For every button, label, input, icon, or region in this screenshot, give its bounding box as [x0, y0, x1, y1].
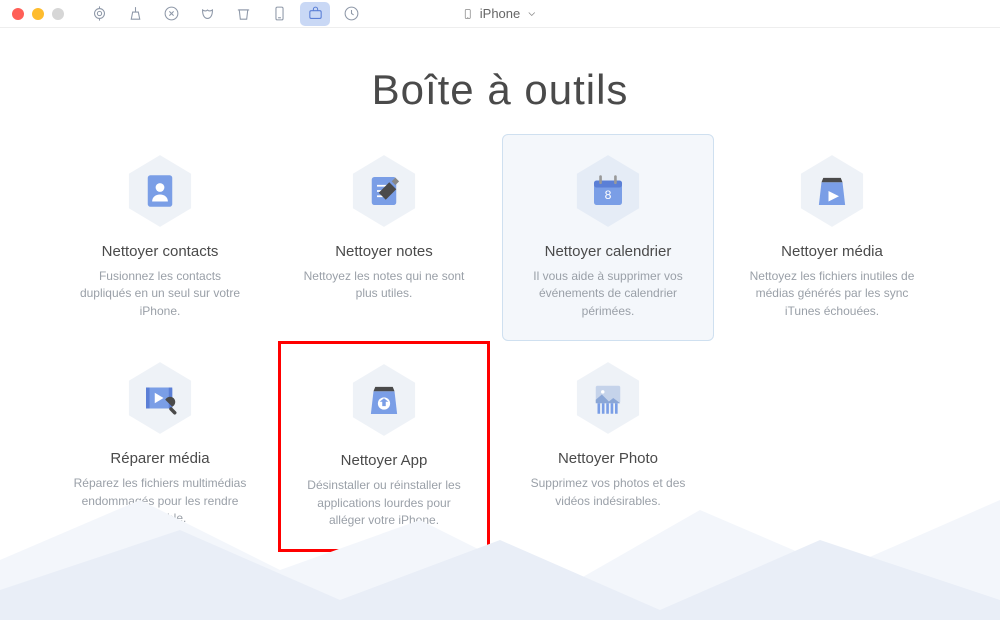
tool-title: Nettoyer App — [295, 452, 473, 469]
window-controls — [12, 8, 64, 20]
tool-title: Nettoyer calendrier — [517, 243, 699, 260]
tool-desc: Nettoyez les notes qui ne sont plus util… — [293, 268, 475, 303]
tool-desc: Fusionnez les contacts dupliqués en un s… — [69, 268, 251, 320]
tool-desc: Supprimez vos photos et des vidéos indés… — [517, 475, 699, 510]
tool-title: Nettoyer contacts — [69, 243, 251, 260]
contacts-icon — [125, 153, 195, 229]
tool-title: Nettoyer notes — [293, 243, 475, 260]
tab-device-icon[interactable] — [264, 2, 294, 26]
tool-desc: Il vous aide à supprimer vos événements … — [517, 268, 699, 320]
app-icon — [349, 362, 419, 438]
tool-media[interactable]: Nettoyer média Nettoyez les fichiers inu… — [726, 134, 938, 341]
notes-icon — [349, 153, 419, 229]
device-selector[interactable]: iPhone — [462, 6, 538, 21]
tab-airplay-icon[interactable] — [84, 2, 114, 26]
tab-toolbox-icon[interactable] — [300, 2, 330, 26]
tool-calendar[interactable]: 8 Nettoyer calendrier Il vous aide à sup… — [502, 134, 714, 341]
tool-app[interactable]: Nettoyer App Désinstaller ou réinstaller… — [278, 341, 490, 552]
toolbar: iPhone — [0, 0, 1000, 28]
tool-desc: Réparez les fichiers multimédias endomma… — [69, 475, 251, 527]
tab-safari-icon[interactable] — [156, 2, 186, 26]
tool-desc: Désinstaller ou réinstaller les applicat… — [295, 477, 473, 529]
tab-trash-icon[interactable] — [228, 2, 258, 26]
page-title: Boîte à outils — [0, 66, 1000, 114]
tool-title: Nettoyer Photo — [517, 450, 699, 467]
minimize-window-button[interactable] — [32, 8, 44, 20]
tools-grid: Nettoyer contacts Fusionnez les contacts… — [0, 134, 1000, 552]
close-window-button[interactable] — [12, 8, 24, 20]
tab-clean-icon[interactable] — [120, 2, 150, 26]
photo-icon — [573, 360, 643, 436]
tool-desc: Nettoyez les fichiers inutiles de médias… — [741, 268, 923, 320]
tool-contacts[interactable]: Nettoyer contacts Fusionnez les contacts… — [54, 134, 266, 341]
tab-mask-icon[interactable] — [192, 2, 222, 26]
device-label: iPhone — [480, 6, 520, 21]
tool-title: Réparer média — [69, 450, 251, 467]
device-phone-icon — [462, 7, 474, 21]
repair-media-icon — [125, 360, 195, 436]
maximize-window-button[interactable] — [52, 8, 64, 20]
tool-notes[interactable]: Nettoyer notes Nettoyez les notes qui ne… — [278, 134, 490, 341]
calendar-icon: 8 — [573, 153, 643, 229]
svg-text:8: 8 — [605, 188, 612, 202]
tab-history-icon[interactable] — [336, 2, 366, 26]
tool-repair-media[interactable]: Réparer média Réparez les fichiers multi… — [54, 341, 266, 552]
tool-photo[interactable]: Nettoyer Photo Supprimez vos photos et d… — [502, 341, 714, 552]
media-icon — [797, 153, 867, 229]
tool-title: Nettoyer média — [741, 243, 923, 260]
chevron-down-icon — [526, 7, 538, 21]
